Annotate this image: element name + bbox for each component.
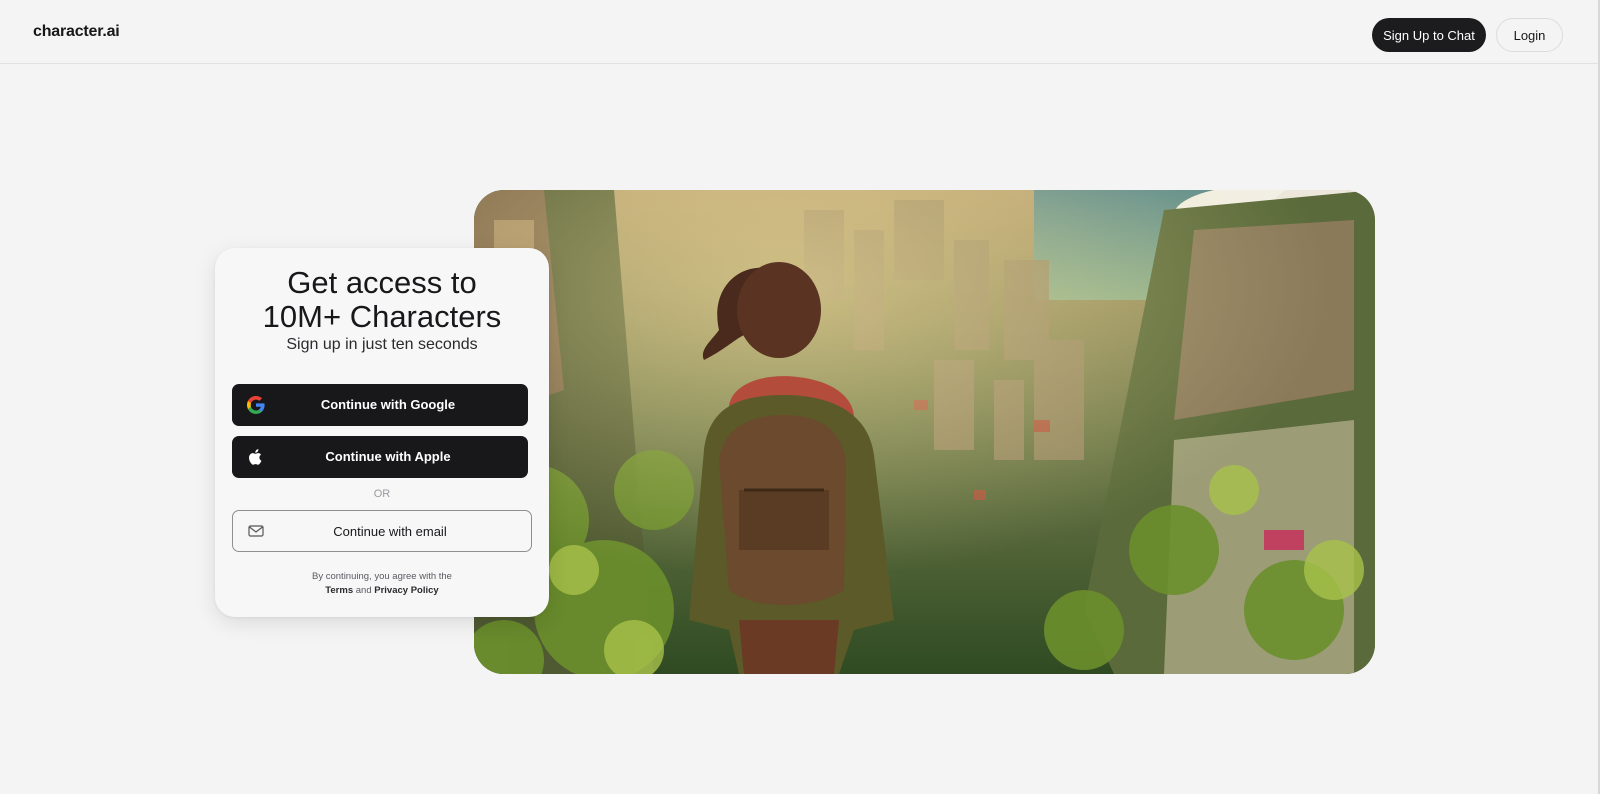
google-button-label: Continue with Google — [320, 397, 456, 412]
logo[interactable]: character.ai — [33, 23, 120, 41]
continue-with-google-button[interactable]: Continue with Google — [232, 384, 528, 426]
legal-text: By continuing, you agree with the Terms … — [215, 570, 549, 598]
legal-prefix: By continuing, you agree with the — [312, 571, 452, 582]
apple-button-label: Continue with Apple — [325, 449, 451, 464]
terms-link[interactable]: Terms — [325, 585, 353, 596]
title-line-2: 10M+ Characters — [262, 299, 502, 334]
card-subtitle: Sign up in just ten seconds — [286, 336, 478, 353]
hero-illustration — [474, 190, 1375, 674]
card-title: Get access to 10M+ Characters — [215, 266, 549, 334]
top-header: character.ai Sign Up to Chat Login — [0, 0, 1598, 64]
signup-card: Get access to 10M+ Characters Sign up in… — [215, 248, 549, 617]
continue-with-apple-button[interactable]: Continue with Apple — [232, 436, 528, 478]
or-divider: OR — [373, 488, 391, 500]
email-button-label: Continue with email — [333, 524, 447, 539]
continue-with-email-button[interactable]: Continue with email — [232, 510, 532, 552]
login-button[interactable]: Login — [1496, 18, 1563, 52]
legal-and: and — [355, 585, 372, 596]
title-line-1: Get access to — [287, 265, 477, 300]
sign-up-to-chat-button[interactable]: Sign Up to Chat — [1372, 18, 1486, 52]
privacy-policy-link[interactable]: Privacy Policy — [374, 585, 438, 596]
